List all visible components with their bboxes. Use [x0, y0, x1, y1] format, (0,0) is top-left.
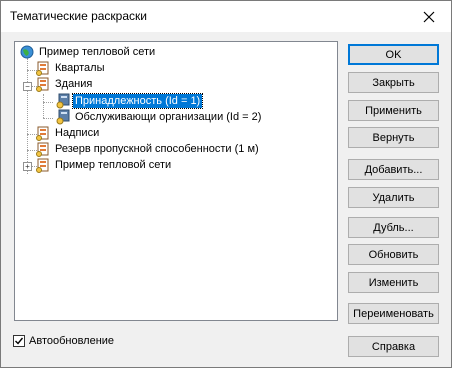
autoupdate-option[interactable]: Автообновление [13, 335, 114, 347]
close-icon [423, 11, 435, 22]
tree-item-label: Пример тепловой сети [55, 159, 172, 171]
layer-map-icon [35, 125, 51, 141]
thematic-layer-icon [55, 109, 71, 125]
tree-item-label: Резерв пропускной способенности (1 м) [55, 143, 259, 155]
tree-item-capacity-reserve[interactable]: Резерв пропускной способенности (1 м) [35, 141, 261, 157]
layer-map-icon [35, 157, 51, 173]
tree-item-ownership[interactable]: Принадлежность (Id = 1) [55, 93, 204, 109]
revert-button[interactable]: Вернуть [348, 127, 439, 148]
checkmark-icon [15, 337, 24, 345]
tree-connector [43, 102, 53, 103]
duplicate-button[interactable]: Дубль... [348, 217, 439, 238]
apply-button[interactable]: Применить [348, 100, 439, 121]
tree-item-blocks[interactable]: Кварталы [35, 60, 106, 76]
close-button[interactable]: Закрыть [348, 72, 439, 93]
tree-item-label: Пример тепловой сети [39, 46, 156, 58]
tree-connector [43, 94, 44, 118]
tree-item-service-orgs[interactable]: Обслуживающи организации (Id = 2) [55, 109, 263, 125]
update-button[interactable]: Обновить [348, 244, 439, 265]
layer-map-icon [35, 141, 51, 157]
tree-item-label: Обслуживающи организации (Id = 2) [75, 111, 262, 123]
expand-toggle[interactable]: + [23, 162, 32, 171]
layer-map-icon [35, 76, 51, 92]
collapse-toggle[interactable]: − [23, 82, 32, 91]
title-bar: Тематические раскраски [1, 1, 451, 32]
tree-item-label: Принадлежность (Id = 1) [71, 93, 204, 109]
tree-item-label: Надписи [55, 127, 100, 139]
tree-item-labels[interactable]: Надписи [35, 125, 101, 141]
add-button[interactable]: Добавить... [348, 159, 439, 180]
autoupdate-checkbox[interactable] [13, 335, 25, 347]
tree-connector [27, 58, 28, 174]
window-title: Тематические раскраски [10, 9, 147, 23]
tree-item-label: Здания [55, 78, 93, 90]
autoupdate-label: Автообновление [29, 335, 115, 347]
thematic-layer-icon [55, 93, 71, 109]
close-window-button[interactable] [407, 1, 451, 32]
network-globe-icon [19, 44, 35, 60]
edit-button[interactable]: Изменить [348, 272, 439, 293]
thematic-coloring-dialog: Тематические раскраски − + Пример теплов… [0, 0, 452, 368]
tree-item-root[interactable]: Пример тепловой сети [19, 44, 157, 60]
tree-item-label: Кварталы [55, 62, 105, 74]
ok-button[interactable]: OK [348, 44, 439, 65]
layer-map-icon [35, 60, 51, 76]
tree-connector [43, 118, 53, 119]
rename-button[interactable]: Переименовать [348, 303, 439, 324]
help-button[interactable]: Справка [348, 336, 439, 357]
tree-item-buildings[interactable]: Здания [35, 76, 94, 92]
tree-item-heat-network-example[interactable]: Пример тепловой сети [35, 157, 173, 173]
thematic-tree[interactable]: − + Пример тепловой сети Кварталы Здания… [14, 41, 338, 321]
delete-button[interactable]: Удалить [348, 187, 439, 208]
